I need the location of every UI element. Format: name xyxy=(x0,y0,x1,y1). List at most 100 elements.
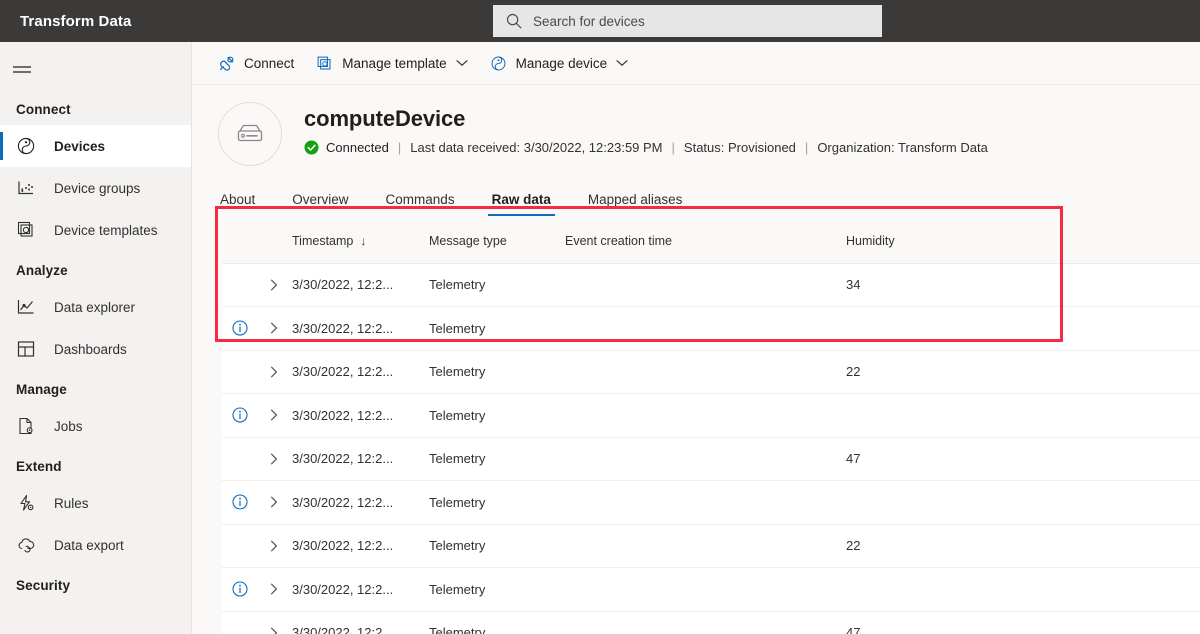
row-info-cell xyxy=(222,437,258,481)
column-header-label: Message type xyxy=(429,233,507,248)
raw-data-table: Timestamp ↓ Message type Event creation … xyxy=(222,219,1200,634)
search-input[interactable]: Search for devices xyxy=(493,5,882,37)
cell-spacer xyxy=(1040,480,1200,525)
table-row[interactable]: 3/30/2022, 12:2... Telemetry 34 xyxy=(222,263,1200,307)
last-data-received-text: Last data received: 3/30/2022, 12:23:59 … xyxy=(410,140,663,155)
cell-timestamp: 3/30/2022, 12:2... xyxy=(290,437,427,481)
cell-message-type: Telemetry xyxy=(427,524,563,568)
row-expand-cell[interactable] xyxy=(258,567,290,612)
table-row[interactable]: 3/30/2022, 12:2... Telemetry 22 xyxy=(222,350,1200,394)
manage-device-icon xyxy=(490,55,507,72)
cell-spacer xyxy=(1040,350,1200,394)
row-expand-cell[interactable] xyxy=(258,306,290,351)
sidebar-item-device-groups[interactable]: Device groups xyxy=(0,167,191,209)
cell-event-creation-time xyxy=(563,263,844,307)
table-row[interactable]: 3/30/2022, 12:2... Telemetry 22 xyxy=(222,524,1200,568)
devices-icon xyxy=(16,136,36,156)
manage-device-button[interactable]: Manage device xyxy=(490,47,629,79)
sidebar-section-extend: Extend xyxy=(16,459,62,474)
table-row[interactable]: 3/30/2022, 12:2... Telemetry xyxy=(222,480,1200,525)
row-expand-cell[interactable] xyxy=(258,393,290,438)
sidebar-item-label: Dashboards xyxy=(54,341,127,357)
row-info-cell[interactable] xyxy=(222,306,258,351)
info-circle-icon[interactable] xyxy=(222,320,258,336)
chevron-right-icon[interactable] xyxy=(258,365,290,379)
row-expand-cell[interactable] xyxy=(258,480,290,525)
header-expand-column xyxy=(258,219,290,264)
table-row[interactable]: 3/30/2022, 12:2... Telemetry xyxy=(222,393,1200,438)
row-info-cell xyxy=(222,611,258,634)
tab-about[interactable]: About xyxy=(218,192,257,216)
hamburger-menu-button[interactable] xyxy=(0,50,44,90)
manage-template-button[interactable]: Manage template xyxy=(316,47,468,79)
chevron-right-icon[interactable] xyxy=(258,539,290,553)
tab-raw-data[interactable]: Raw data xyxy=(487,192,556,216)
info-circle-icon[interactable] xyxy=(222,494,258,510)
cell-spacer xyxy=(1040,263,1200,307)
chevron-right-icon[interactable] xyxy=(258,452,290,466)
avatar xyxy=(218,102,282,166)
row-info-cell[interactable] xyxy=(222,393,258,438)
column-header-timestamp[interactable]: Timestamp ↓ xyxy=(290,219,427,264)
sidebar-item-data-explorer[interactable]: Data explorer xyxy=(0,286,191,328)
cell-event-creation-time xyxy=(563,524,844,568)
top-bar: Transform Data Search for devices xyxy=(0,0,1200,42)
table-row[interactable]: 3/30/2022, 12:2... Telemetry 47 xyxy=(222,437,1200,481)
cell-message-type: Telemetry xyxy=(427,611,563,634)
row-expand-cell[interactable] xyxy=(258,263,290,307)
column-header-message-type[interactable]: Message type xyxy=(427,219,563,264)
separator: | xyxy=(804,140,809,155)
row-expand-cell[interactable] xyxy=(258,350,290,394)
cell-message-type: Telemetry xyxy=(427,567,563,612)
cell-humidity: 34 xyxy=(844,263,1040,307)
sidebar-item-jobs[interactable]: Jobs xyxy=(0,405,191,447)
connect-button[interactable]: Connect xyxy=(218,47,294,79)
info-circle-icon[interactable] xyxy=(222,407,258,423)
tab-overview[interactable]: Overview xyxy=(290,192,350,216)
tab-commands[interactable]: Commands xyxy=(384,192,457,216)
chevron-right-icon[interactable] xyxy=(258,582,290,596)
chevron-right-icon[interactable] xyxy=(258,626,290,634)
cell-timestamp: 3/30/2022, 12:2... xyxy=(290,567,427,612)
chevron-right-icon[interactable] xyxy=(258,408,290,422)
cell-event-creation-time xyxy=(563,350,844,394)
cell-message-type: Telemetry xyxy=(427,306,563,351)
tab-mapped-aliases[interactable]: Mapped aliases xyxy=(586,192,685,216)
chevron-right-icon[interactable] xyxy=(258,495,290,509)
table-row[interactable]: 3/30/2022, 12:2... Telemetry xyxy=(222,567,1200,612)
column-header-humidity[interactable]: Humidity xyxy=(844,219,1040,264)
command-label: Manage template xyxy=(342,55,447,71)
cell-message-type: Telemetry xyxy=(427,393,563,438)
row-expand-cell[interactable] xyxy=(258,437,290,481)
device-status-line: Connected | Last data received: 3/30/202… xyxy=(304,140,988,155)
cell-message-type: Telemetry xyxy=(427,263,563,307)
info-circle-icon[interactable] xyxy=(222,581,258,597)
column-header-label: Humidity xyxy=(846,233,895,248)
sidebar-item-label: Device groups xyxy=(54,180,141,196)
sidebar-item-dashboards[interactable]: Dashboards xyxy=(0,328,191,370)
chevron-right-icon[interactable] xyxy=(258,321,290,335)
row-expand-cell[interactable] xyxy=(258,611,290,634)
sidebar-item-data-export[interactable]: Data export xyxy=(0,524,191,566)
table-header: Timestamp ↓ Message type Event creation … xyxy=(222,219,1200,264)
sidebar-item-label: Device templates xyxy=(54,222,158,238)
row-info-cell[interactable] xyxy=(222,567,258,612)
command-label: Connect xyxy=(244,55,295,71)
device-organization-text: Organization: Transform Data xyxy=(817,140,988,155)
table-row[interactable]: 3/30/2022, 12:2... Telemetry 47 xyxy=(222,611,1200,634)
cell-event-creation-time xyxy=(563,306,844,351)
table-row[interactable]: 3/30/2022, 12:2... Telemetry xyxy=(222,306,1200,351)
sidebar-item-device-templates[interactable]: Device templates xyxy=(0,209,191,251)
sidebar-section-manage: Manage xyxy=(16,382,67,397)
separator: | xyxy=(397,140,402,155)
chevron-right-icon[interactable] xyxy=(258,278,290,292)
row-info-cell[interactable] xyxy=(222,480,258,525)
column-header-event-creation-time[interactable]: Event creation time xyxy=(563,219,844,264)
row-expand-cell[interactable] xyxy=(258,524,290,568)
app-root: Transform Data Search for devices Connec… xyxy=(0,0,1200,634)
sidebar-item-rules[interactable]: Rules xyxy=(0,482,191,524)
column-header-label: Timestamp xyxy=(292,233,354,248)
sidebar-item-devices[interactable]: Devices xyxy=(0,125,191,167)
connected-check-icon xyxy=(304,140,319,155)
app-brand-title: Transform Data xyxy=(20,12,132,30)
